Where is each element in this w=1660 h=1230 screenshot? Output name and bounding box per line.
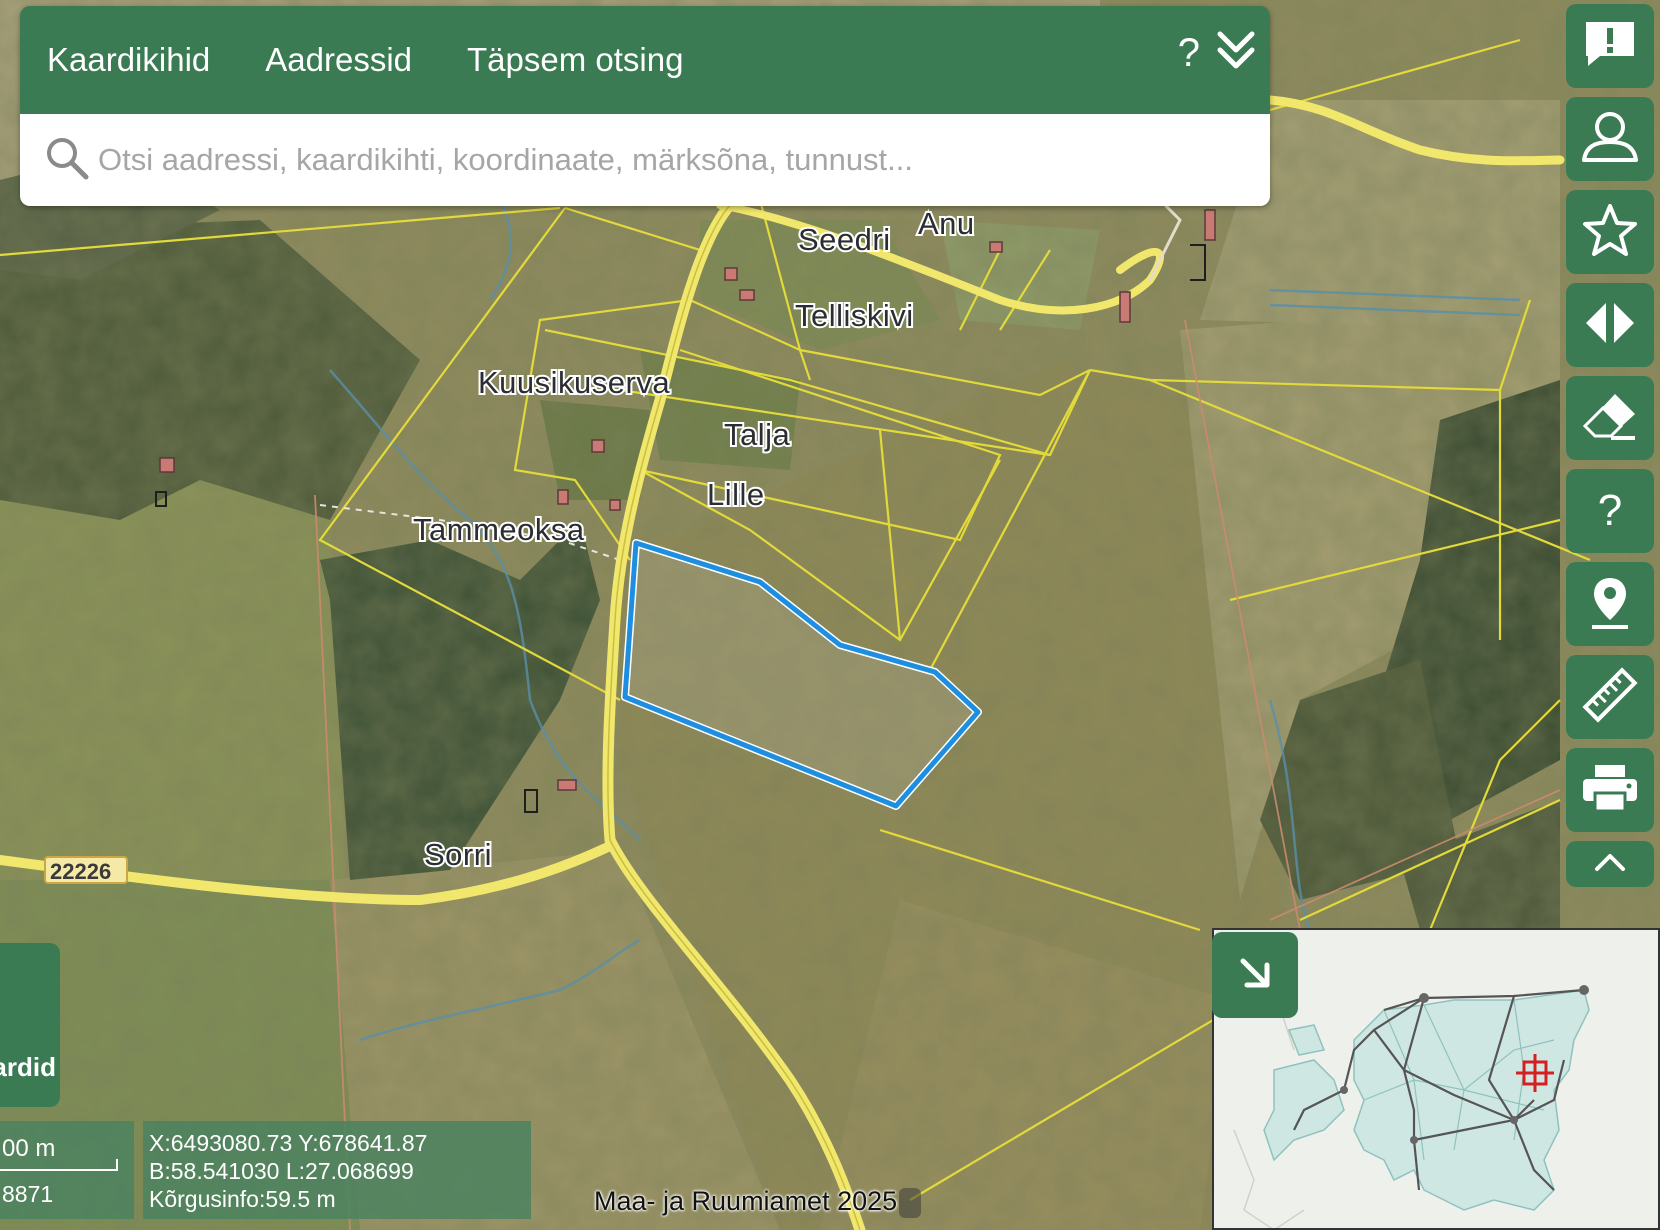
clear-button[interactable] — [1566, 376, 1654, 460]
measure-button[interactable] — [1566, 655, 1654, 739]
attribution-text: Maa- ja Ruumiamet 2025 — [594, 1186, 898, 1216]
tab-map-layers[interactable]: Kaardikihid — [47, 41, 210, 79]
place-label: Sorri — [424, 837, 492, 872]
user-button[interactable] — [1566, 97, 1654, 181]
chevron-up-icon — [1593, 851, 1627, 878]
attribution-toggle[interactable] — [899, 1187, 922, 1218]
search-panel: Kaardikihid Aadressid Täpsem otsing ? — [20, 6, 1270, 206]
coordinates-box: X:6493080.73 Y:678641.87 B:58.541030 L:2… — [143, 1121, 531, 1219]
base-maps-label: ardid — [0, 1052, 56, 1082]
tab-advanced-search[interactable]: Täpsem otsing — [467, 41, 683, 79]
location-button[interactable] — [1566, 562, 1654, 646]
road-number: 22226 — [50, 859, 111, 884]
search-row — [20, 114, 1270, 206]
double-chevron-down-icon[interactable] — [1216, 28, 1256, 77]
search-icon — [44, 135, 90, 186]
feedback-icon — [1582, 18, 1638, 75]
search-help-button[interactable]: ? — [1178, 33, 1200, 73]
coordinates-xy: X:6493080.73 Y:678641.87 — [149, 1130, 428, 1156]
help-icon: ? — [1597, 486, 1623, 535]
place-label: Lille — [707, 477, 765, 512]
search-tabs: Kaardikihid Aadressid Täpsem otsing ? — [20, 6, 1270, 114]
place-label: Tammeoksa — [413, 512, 585, 547]
search-input[interactable] — [98, 142, 1198, 178]
user-icon — [1578, 110, 1642, 169]
favorites-button[interactable] — [1566, 190, 1654, 274]
location-pin-icon — [1588, 574, 1632, 635]
place-label: Talja — [724, 417, 791, 452]
place-label: Kuusikuserva — [478, 365, 670, 400]
feedback-button[interactable] — [1566, 4, 1654, 88]
collapse-toolbar-button[interactable] — [1566, 841, 1654, 887]
printer-icon — [1581, 763, 1639, 818]
compare-button[interactable] — [1566, 283, 1654, 367]
star-icon — [1581, 202, 1639, 263]
place-label: Anu — [918, 206, 975, 241]
coordinates-bl: B:58.541030 L:27.068699 — [149, 1158, 414, 1184]
elevation-info: Kõrgusinfo:59.5 m — [149, 1186, 336, 1212]
scale-ratio: 8871 — [2, 1181, 54, 1207]
map-attribution: Maa- ja Ruumiamet 2025 — [594, 1186, 922, 1218]
base-maps-button[interactable]: ardid — [0, 943, 60, 1107]
swipe-compare-icon — [1582, 301, 1638, 350]
ruler-icon — [1582, 666, 1638, 728]
help-button[interactable]: ? — [1566, 469, 1654, 553]
arrow-down-right-icon — [1235, 953, 1275, 998]
scale-box: 00 m 8871 — [0, 1121, 134, 1219]
place-label: Seedri — [798, 222, 891, 257]
eraser-icon — [1581, 390, 1639, 447]
place-label: Telliskivi — [795, 298, 914, 333]
tab-addresses[interactable]: Aadressid — [265, 41, 412, 79]
overview-toggle-button[interactable] — [1212, 932, 1298, 1018]
print-button[interactable] — [1566, 748, 1654, 832]
scale-bar — [0, 1159, 118, 1171]
